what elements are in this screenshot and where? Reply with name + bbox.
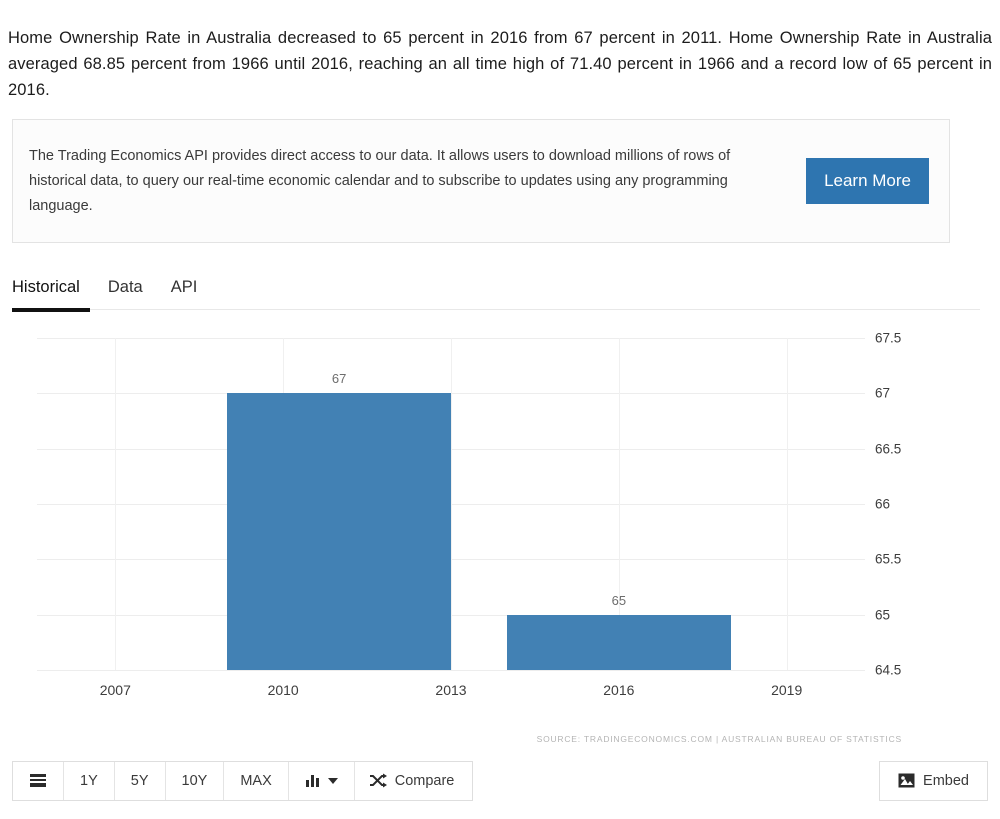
api-promo-text: The Trading Economics API provides direc… <box>29 147 731 214</box>
range-1y-button[interactable]: 1Y <box>64 761 115 800</box>
image-icon <box>898 773 915 788</box>
chart-container: 67 65 67.5 67 66.5 66 65.5 65 64.5 2007 2010 2013 2… <box>0 320 1000 750</box>
chart-bar-value-label: 65 <box>611 592 627 608</box>
compare-button[interactable]: Compare <box>354 761 473 800</box>
summary-paragraph: Home Ownership Rate in Australia decreas… <box>8 28 992 99</box>
list-icon <box>29 773 47 789</box>
chart-xtick-label: 2016 <box>603 682 635 698</box>
range-10y-button[interactable]: 10Y <box>165 761 225 800</box>
chart-xtick-label: 2007 <box>99 682 131 698</box>
tab-api[interactable]: API <box>157 278 212 309</box>
range-5y-button[interactable]: 5Y <box>114 761 166 800</box>
chart-xtick-label: 2013 <box>435 682 467 698</box>
embed-label: Embed <box>923 772 969 789</box>
chart-ytick-label: 65 <box>875 607 891 623</box>
chart-xtick-label: 2010 <box>267 682 299 698</box>
chart-gridline-vertical <box>451 338 452 670</box>
chart-type-dropdown[interactable] <box>288 761 355 800</box>
chart-gridline-horizontal <box>37 670 865 671</box>
range-button-group: 1Y 5Y 10Y MAX Compare <box>12 760 474 801</box>
shuffle-icon <box>369 773 387 788</box>
chart-plot-area[interactable]: 67 65 <box>37 338 865 671</box>
chart-toolbar: 1Y 5Y 10Y MAX Compare Embed <box>12 760 988 801</box>
api-promo-panel: The Trading Economics API provides direc… <box>12 119 950 243</box>
tab-data[interactable]: Data <box>94 278 157 309</box>
chart-ytick-label: 64.5 <box>875 662 902 678</box>
chart-tabs: Historical Data API <box>12 265 980 312</box>
chart-gridline-vertical <box>115 338 117 670</box>
chart-ytick-label: 66 <box>875 496 891 512</box>
chart-xtick-label: 2019 <box>771 682 803 698</box>
chart-source-note: SOURCE: TRADINGECONOMICS.COM | AUSTRALIA… <box>536 734 902 744</box>
learn-more-button[interactable]: Learn More <box>806 158 929 204</box>
chart-ytick-label: 66.5 <box>875 441 902 457</box>
chart-bar-value-label: 67 <box>331 371 347 387</box>
tab-historical[interactable]: Historical <box>12 278 94 312</box>
chevron-down-icon <box>327 777 338 785</box>
list-view-button[interactable] <box>13 761 64 800</box>
chart-bar[interactable] <box>227 393 451 670</box>
compare-label: Compare <box>394 772 455 789</box>
bar-chart-icon <box>305 773 322 788</box>
embed-button[interactable]: Embed <box>879 760 988 801</box>
chart-ytick-label: 67.5 <box>875 330 902 346</box>
chart-bar[interactable] <box>506 614 731 670</box>
chart-ytick-label: 67 <box>875 385 891 401</box>
range-max-button[interactable]: MAX <box>224 761 289 800</box>
chart-gridline-vertical <box>786 338 788 670</box>
chart-ytick-label: 65.5 <box>875 551 902 567</box>
